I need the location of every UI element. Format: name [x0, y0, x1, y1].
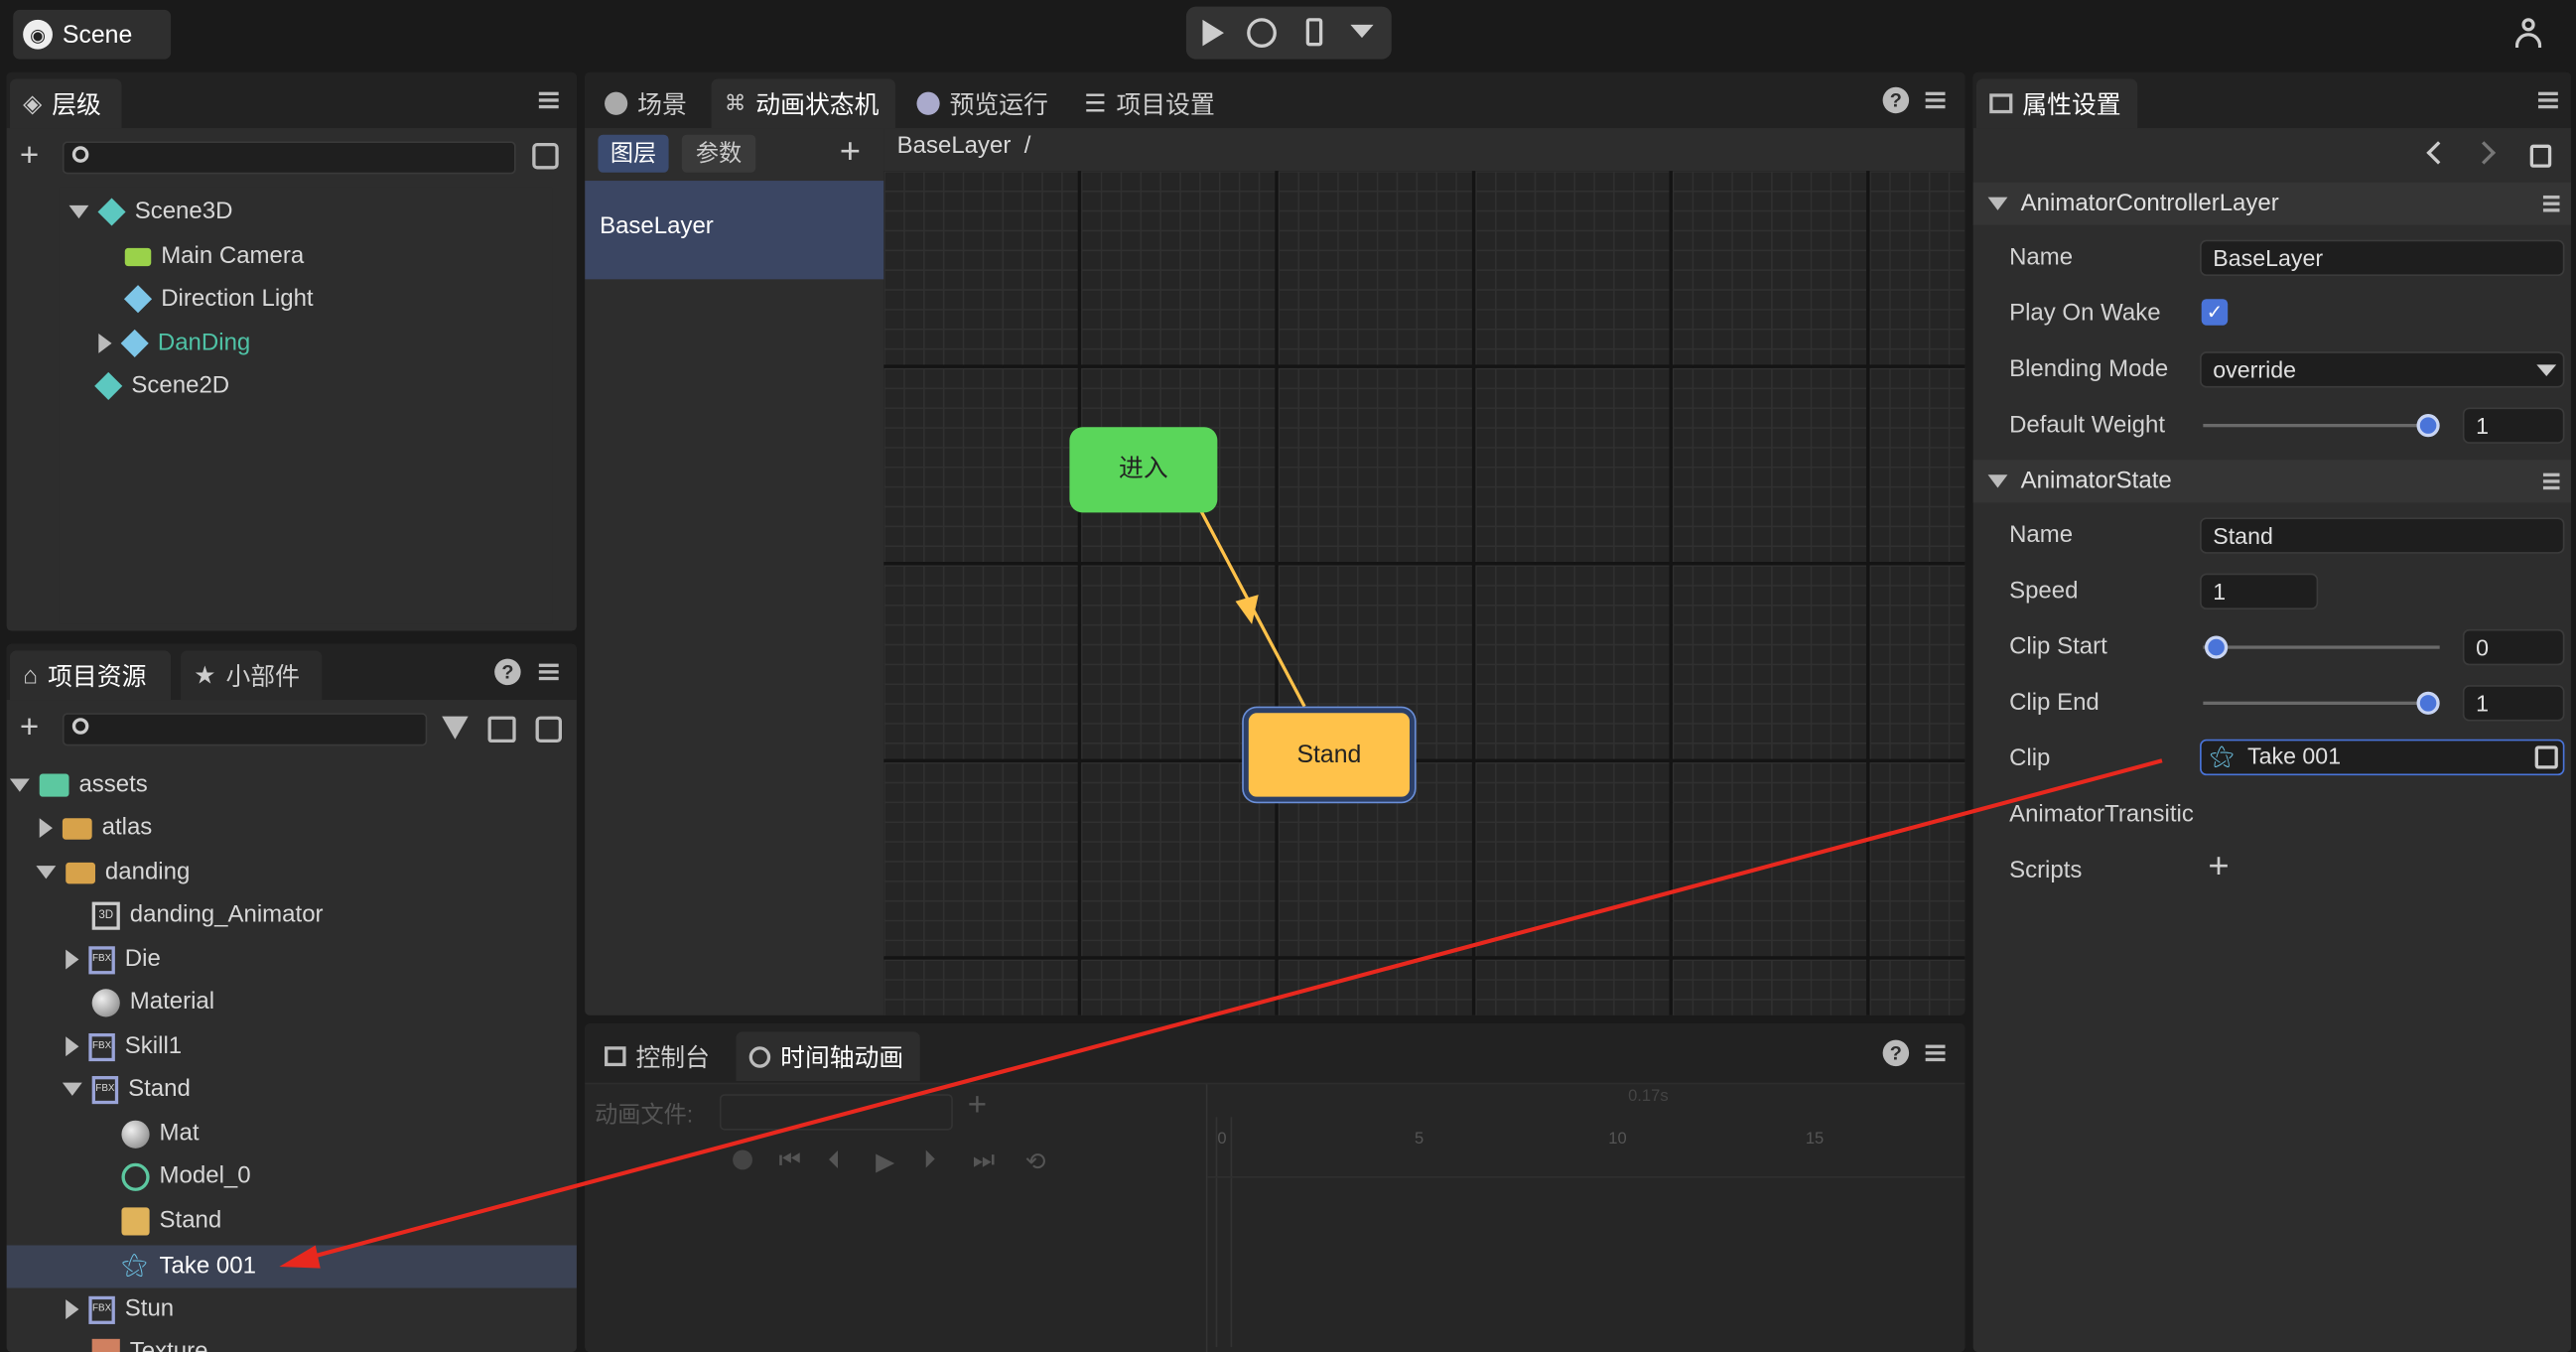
annotation-arrow-line	[305, 758, 2163, 1261]
annotation-arrow	[279, 758, 2163, 1269]
annotation-arrowhead-icon	[279, 1245, 321, 1269]
